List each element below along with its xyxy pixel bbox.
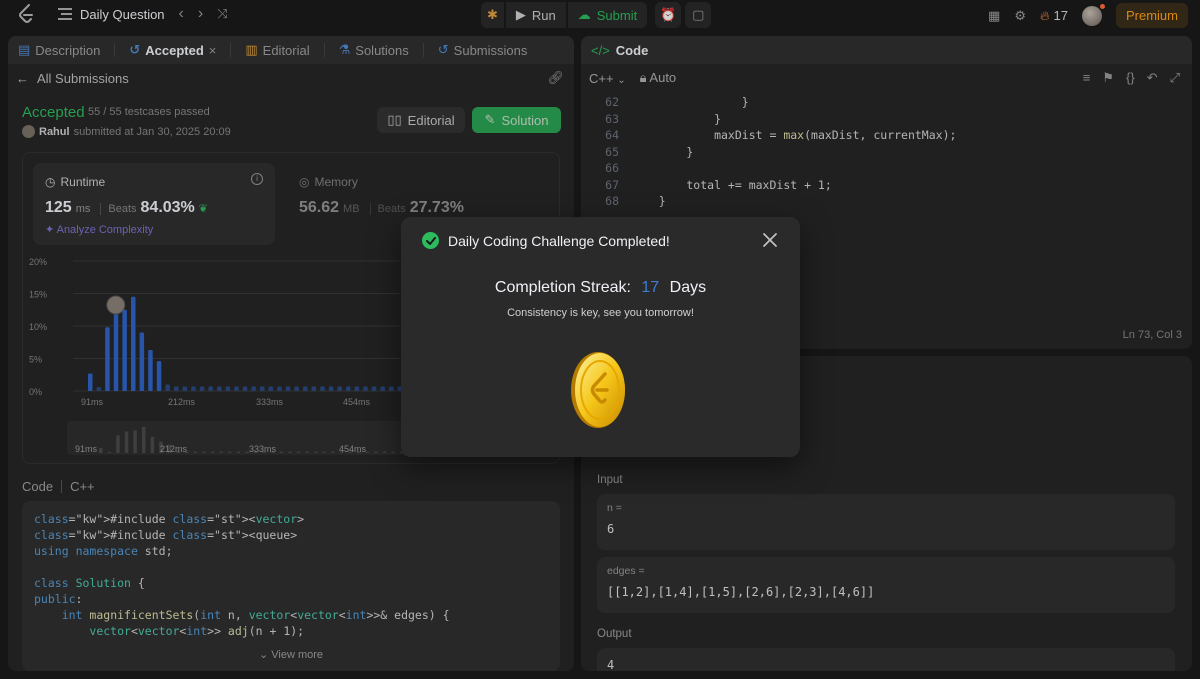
streak-unit: Days — [669, 279, 707, 296]
close-icon[interactable] — [762, 232, 778, 248]
streak-tagline: Consistency is key, see you tomorrow! — [507, 307, 694, 319]
modal-header: Daily Coding Challenge Completed! — [422, 232, 670, 249]
completion-streak: Completion Streak: 17 Days — [401, 279, 800, 297]
streak-label: Completion Streak: — [494, 279, 631, 296]
streak-days-value: 17 — [641, 279, 660, 296]
modal-title: Daily Coding Challenge Completed! — [448, 232, 670, 249]
daily-challenge-modal: Daily Coding Challenge Completed! Comple… — [401, 217, 800, 457]
gold-coin-icon — [571, 352, 625, 428]
check-circle-icon — [422, 232, 439, 249]
